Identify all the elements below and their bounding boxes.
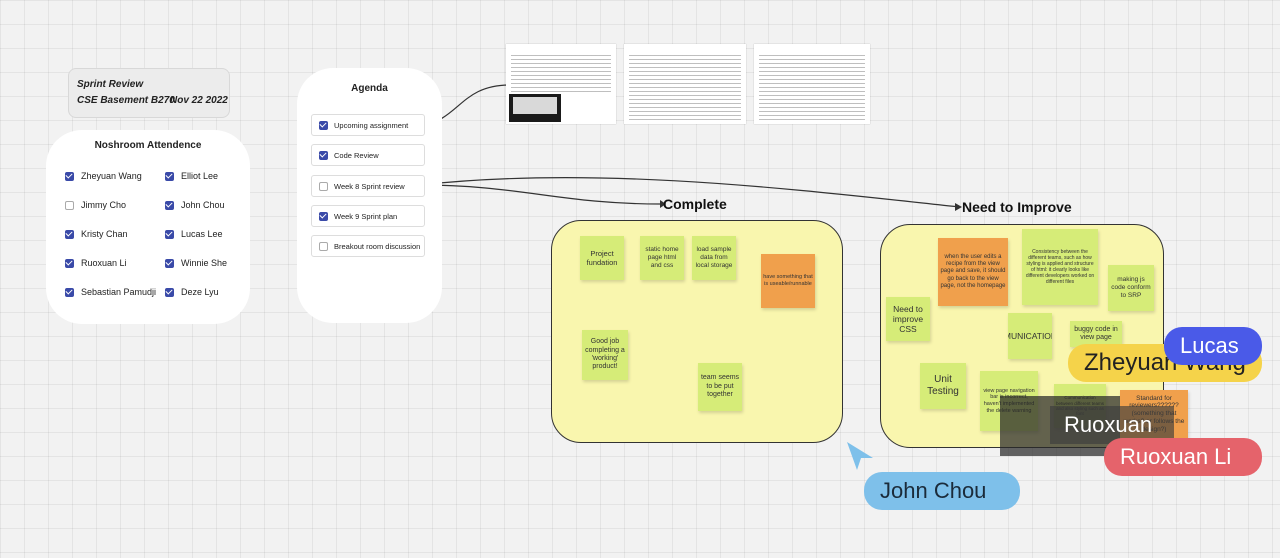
checkbox-unchecked[interactable] [319, 241, 328, 251]
agenda-item[interactable]: Code Review [311, 144, 425, 166]
sticky-note[interactable]: Project fundation [580, 236, 624, 280]
sticky-note[interactable]: static home page html and css [640, 236, 684, 280]
attendance-item[interactable]: Jimmy Cho [65, 200, 126, 210]
sticky-note[interactable]: have something that is useable/runnable [761, 254, 815, 308]
document-thumbnail[interactable] [506, 44, 616, 124]
agenda-item[interactable]: Week 8 Sprint review [311, 175, 425, 197]
agenda-panel[interactable]: Agenda Upcoming assignment Code Review W… [297, 68, 442, 323]
sticky-note[interactable]: Need to improve CSS [886, 297, 930, 341]
sticky-note[interactable]: team seems to be put together [698, 363, 742, 411]
sticky-note[interactable]: COMMUNICATION!!!!!!!! [1008, 313, 1052, 359]
sticky-note[interactable]: Unit Testing [920, 363, 966, 409]
cursor-label-john-chou: John Chou [864, 472, 1020, 510]
document-text-lines [511, 55, 611, 92]
checkbox-checked[interactable] [319, 150, 328, 160]
document-text-lines [759, 55, 865, 120]
agenda-item[interactable]: Week 9 Sprint plan [311, 205, 425, 227]
sprint-review-title: Sprint Review [77, 79, 144, 90]
sticky-note[interactable]: when the user edits a recipe from the vi… [938, 238, 1008, 306]
checkbox-checked[interactable] [65, 287, 74, 297]
checkbox-checked[interactable] [165, 287, 174, 297]
sprint-review-date: Nov 22 2022 [170, 95, 228, 106]
agenda-item[interactable]: Breakout room discussion [311, 235, 425, 257]
document-screenshot-image [509, 94, 561, 122]
attendance-item[interactable]: Lucas Lee [165, 229, 223, 239]
sprint-review-location: CSE Basement B270 [77, 95, 175, 106]
checkbox-checked[interactable] [319, 120, 328, 130]
attendance-item[interactable]: Winnie She [165, 258, 227, 268]
sticky-note[interactable]: load sample data from local storage [692, 236, 736, 280]
agenda-item[interactable]: Upcoming assignment [311, 114, 425, 136]
attendance-item[interactable]: John Chou [165, 200, 225, 210]
checkbox-checked[interactable] [165, 200, 174, 210]
attendance-title: Noshroom Attendence [94, 140, 202, 151]
complete-title: Complete [663, 196, 727, 212]
checkbox-unchecked[interactable] [319, 181, 328, 191]
cursor-label-lucas: Lucas [1164, 327, 1262, 365]
attendance-item[interactable]: Kristy Chan [65, 229, 128, 239]
attendance-item[interactable]: Deze Lyu [165, 287, 219, 297]
checkbox-checked[interactable] [165, 229, 174, 239]
attendance-item[interactable]: Sebastian Pamudji [65, 287, 156, 297]
cursor-label-ruoxuan-li: Ruoxuan Li [1104, 438, 1262, 476]
sticky-note[interactable]: Good job completing a 'working' product! [582, 330, 628, 380]
sticky-note[interactable]: making js code conform to SRP [1108, 265, 1154, 311]
checkbox-checked[interactable] [65, 171, 74, 181]
document-thumbnail[interactable] [624, 44, 746, 124]
attendance-item[interactable]: Elliot Lee [165, 171, 218, 181]
checkbox-checked[interactable] [165, 258, 174, 268]
checkbox-checked[interactable] [65, 229, 74, 239]
checkbox-unchecked[interactable] [65, 200, 74, 210]
checkbox-checked[interactable] [319, 211, 328, 221]
document-text-lines [629, 55, 741, 120]
need-to-improve-title: Need to Improve [962, 199, 1072, 215]
attendance-item[interactable]: Zheyuan Wang [65, 171, 142, 181]
checkbox-checked[interactable] [65, 258, 74, 268]
checkbox-checked[interactable] [165, 171, 174, 181]
cursor-arrow-icon [847, 442, 873, 470]
attendance-panel[interactable]: Noshroom Attendence Zheyuan Wang Elliot … [46, 130, 250, 324]
sticky-note[interactable]: Consistency between the different teams,… [1022, 229, 1098, 305]
document-thumbnail[interactable] [754, 44, 870, 124]
agenda-title: Agenda [351, 83, 388, 94]
sprint-review-card[interactable]: Sprint Review CSE Basement B270 Nov 22 2… [68, 68, 230, 118]
attendance-item[interactable]: Ruoxuan Li [65, 258, 127, 268]
